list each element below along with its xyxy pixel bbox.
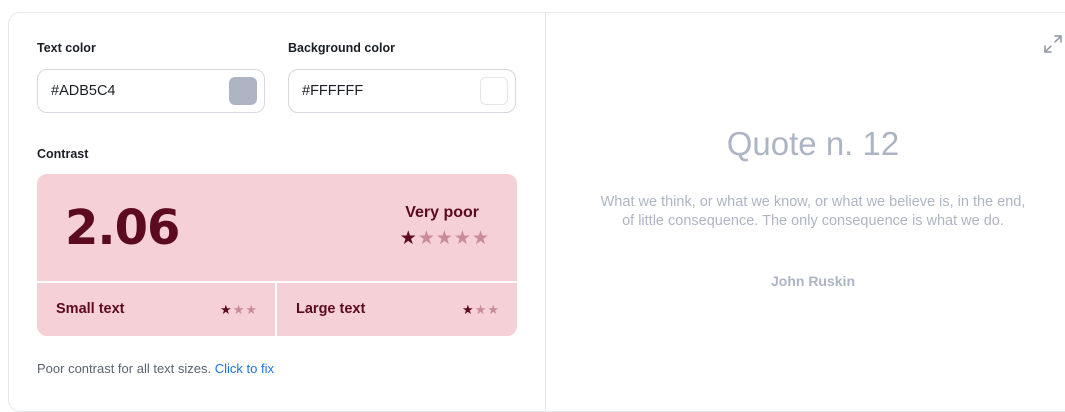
star-empty-icon: ★: [453, 228, 471, 249]
star-empty-icon: ★: [232, 302, 245, 317]
expand-icon[interactable]: [1042, 33, 1064, 55]
contrast-hint: Poor contrast for all text sizes. Click …: [37, 361, 274, 376]
contrast-rating-label: Very poor: [405, 204, 479, 221]
text-color-value[interactable]: #ADB5C4: [51, 83, 115, 99]
star-empty-icon: ★: [417, 228, 435, 249]
contrast-label: Contrast: [37, 147, 89, 161]
contrast-rating-stars: ★ ★ ★ ★ ★: [400, 229, 489, 248]
quote-text: What we think, or what we know, or what …: [600, 194, 1026, 229]
star-empty-icon: ★: [245, 302, 257, 317]
quote-title: Quote n. 12: [726, 125, 900, 162]
contrast-checker-panel: Text color #ADB5C4 Background color #FFF…: [8, 12, 1065, 412]
star-empty-icon: ★: [487, 302, 499, 317]
background-color-value[interactable]: #FFFFFF: [302, 83, 363, 99]
text-size-ratings: Small text ★ ★ ★ Large text ★ ★ ★: [37, 283, 517, 336]
star-filled-icon: ★: [220, 302, 232, 317]
star-empty-icon: ★: [471, 228, 489, 249]
quote-author: John Ruskin: [770, 273, 855, 289]
star-empty-icon: ★: [435, 228, 453, 249]
large-text-label: Large text: [296, 301, 366, 317]
small-text-stars: ★ ★ ★: [220, 303, 257, 316]
text-color-input[interactable]: #ADB5C4: [37, 69, 265, 113]
text-color-swatch[interactable]: [229, 77, 257, 105]
contrast-ratio: 2.06: [65, 200, 180, 256]
star-empty-icon: ★: [474, 302, 487, 317]
expand-icon-glyph: [1044, 35, 1062, 53]
star-filled-icon: ★: [399, 228, 417, 249]
background-color-swatch[interactable]: [480, 77, 508, 105]
contrast-summary: 2.06 Very poor ★ ★ ★ ★ ★: [37, 174, 517, 281]
large-text-rating: Large text ★ ★ ★: [277, 283, 517, 336]
star-filled-icon: ★: [462, 302, 474, 317]
background-color-input[interactable]: #FFFFFF: [288, 69, 516, 113]
contrast-result-card: 2.06 Very poor ★ ★ ★ ★ ★ Small text ★ ★ ★ Larg…: [37, 174, 517, 336]
large-text-stars: ★ ★ ★: [462, 303, 499, 316]
background-color-label: Background color: [288, 41, 395, 55]
controls-panel: Text color #ADB5C4 Background color #FFF…: [9, 13, 546, 411]
small-text-label: Small text: [56, 301, 125, 317]
contrast-hint-message: Poor contrast for all text sizes.: [37, 361, 212, 376]
click-to-fix-link[interactable]: Click to fix: [215, 361, 274, 376]
small-text-rating: Small text ★ ★ ★: [37, 283, 275, 336]
text-color-label: Text color: [37, 41, 96, 55]
quote-preview: Quote n. 12 What we think, or what we kn…: [546, 13, 1065, 411]
